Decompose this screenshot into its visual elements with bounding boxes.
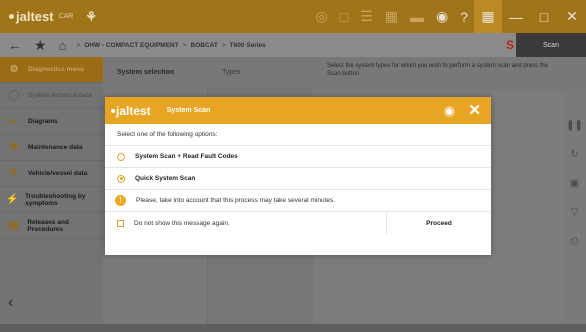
right-toolbar: ❚❚ ↻ ▣ ▽ ⎙ [563,90,586,324]
system-scan-dialog: jaltest System Scan ◉ ✕ Select one of th… [105,97,491,255]
document-icon[interactable]: □ [340,9,348,25]
warning-icon: ! [115,195,126,206]
delete-icon[interactable]: ▣ [570,178,579,189]
dialog-logo: jaltest [111,104,151,118]
battery-icon[interactable]: ▬ [410,9,424,25]
dialog-header: jaltest System Scan ◉ ✕ [105,97,491,124]
refresh-icon[interactable]: ↻ [570,149,578,160]
sidebar: ⚙ Diagnostics menu ◯ System technical da… [0,57,103,324]
grid-icon[interactable]: ▦ [474,0,502,33]
breadcrumb-item[interactable]: T600 Series [230,42,266,49]
dont-show-label: Do not show this message again. [134,219,230,227]
breadcrumb-item[interactable]: BOBCAT [191,42,218,49]
sidebar-item-vehicle-data[interactable]: ✎ Vehicle/vessel data [0,161,103,187]
breadcrumb: > OHW - COMPACT EQUIPMENT > BOBCAT > T60… [76,41,266,49]
filter-icon[interactable]: ▽ [571,207,579,218]
vehicle-icon[interactable]: ▦ [385,8,398,25]
option-quick-scan[interactable]: Quick System Scan [105,168,491,190]
app-logo: jaltest CAR ⚘ [9,9,97,25]
back-arrow-icon[interactable]: ← [8,37,22,53]
status-bar [0,324,586,332]
radio-button[interactable] [117,152,125,161]
breadcrumb-bar: ← ★ ⌂ > OHW - COMPACT EQUIPMENT > BOBCAT… [0,33,586,57]
globe-icon[interactable]: ◎ [316,8,328,25]
print-icon[interactable]: ⎙ [571,236,579,247]
help-icon[interactable]: ? [460,9,468,25]
maximize-button[interactable]: □ [530,0,558,33]
diagnostics-icon: ⚙ [9,64,19,75]
scan-description: Select the system types for which you wi… [327,63,549,77]
close-icon[interactable]: ✕ [468,101,481,119]
top-icons: ◎ □ ☰ ▦ ▬ ◉ ? ▦ — □ ✕ [310,0,586,33]
home-icon[interactable]: ⌂ [59,38,67,53]
favorite-star-icon[interactable]: ★ [34,37,47,54]
sidebar-item-diagnostics[interactable]: ⚙ Diagnostics menu [0,57,103,83]
dialog-footer: Do not show this message again. Proceed [105,212,491,234]
option-scan-read-faults[interactable]: System Scan + Read Fault Codes [105,146,491,168]
camera-icon[interactable]: ◉ [436,8,448,25]
dialog-title: System Scan [166,107,211,114]
connection-status-icon: S [505,38,514,52]
sidebar-item-maintenance[interactable]: ⚒ Maintenance data [0,135,103,161]
breadcrumb-item[interactable]: OHW - COMPACT EQUIPMENT [84,42,179,49]
wrench-icon: ⚒ [9,142,19,153]
vehicle-data-icon: ✎ [9,168,19,179]
minimize-button[interactable]: — [502,0,530,33]
diagram-icon: ⊢ [9,116,19,127]
column-headers: System selection Types Select the system… [103,57,586,90]
warning-message: ! Please, take into account that this pr… [105,190,491,212]
dont-show-checkbox[interactable] [117,219,124,227]
camera-icon[interactable]: ◉ [444,103,455,119]
types-header: Types [222,69,241,76]
sidebar-item-diagrams[interactable]: ⊢ Diagrams [0,109,103,135]
collapse-sidebar-icon[interactable]: ‹ [8,294,13,312]
sidebar-item-troubleshooting[interactable]: ⚡ Troubleshooting by symptoms [0,187,103,213]
network-icon[interactable]: ⚘ [85,9,97,25]
scan-button[interactable]: Scan [516,33,586,57]
book-icon: ▤ [8,220,19,231]
close-window-button[interactable]: ✕ [558,0,586,33]
clock-icon: ◯ [8,90,20,101]
radio-button[interactable] [117,174,125,183]
list-icon[interactable]: ☰ [360,8,373,25]
system-selection-header: System selection [117,69,175,76]
top-bar: jaltest CAR ⚘ ◎ □ ☰ ▦ ▬ ◉ ? ▦ — □ ✕ [0,0,586,33]
sidebar-item-releases[interactable]: ▤ Releases and Procedures [0,213,103,239]
pause-icon[interactable]: ❚❚ [566,120,583,131]
proceed-button[interactable]: Proceed [386,212,491,234]
sidebar-item-system-technical-data[interactable]: ◯ System technical data [0,83,103,109]
troubleshoot-icon: ⚡ [6,194,19,205]
dialog-instruction: Select one of the following options: [105,124,491,146]
